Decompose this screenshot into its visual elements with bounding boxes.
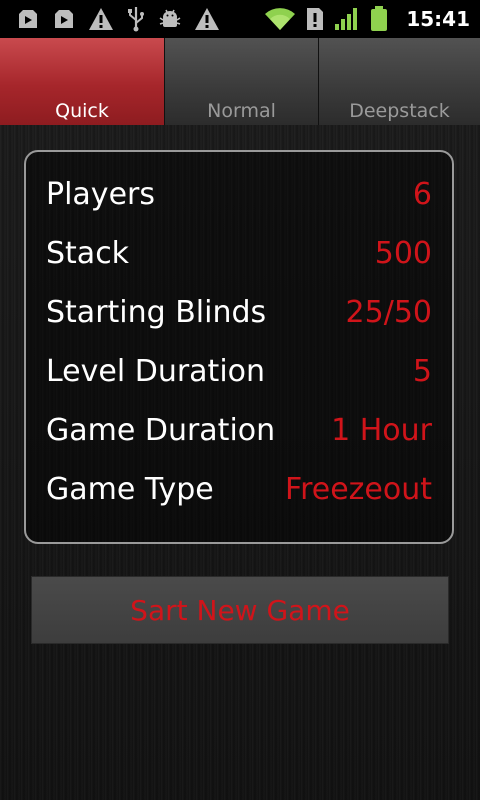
setting-label: Game Type (46, 472, 214, 507)
sim-alert-icon (307, 8, 324, 30)
warning-icon (89, 8, 113, 30)
play-store-icon (55, 10, 73, 28)
status-bar: 15:41 (0, 0, 480, 38)
setting-value: 6 (412, 177, 432, 212)
tab-deepstack[interactable]: Deepstack (318, 38, 480, 125)
tab-quick[interactable]: Quick (0, 38, 164, 125)
setting-row-level-duration[interactable]: Level Duration 5 (46, 352, 432, 392)
start-new-game-button[interactable]: Sart New Game (31, 576, 449, 644)
setting-label: Game Duration (46, 413, 276, 448)
game-settings-panel: Players 6 Stack 500 Starting Blinds 25/5… (24, 150, 454, 544)
setting-value: 5 (412, 354, 432, 389)
system-icons: 15:41 (264, 6, 480, 32)
tab-label: Quick (55, 100, 109, 122)
warning-icon (195, 8, 219, 30)
setting-value: 25/50 (345, 295, 432, 330)
battery-icon (371, 6, 388, 31)
setting-row-game-type[interactable]: Game Type Freezeout (46, 470, 432, 510)
setting-row-players[interactable]: Players 6 (46, 175, 432, 215)
notification-icons (0, 6, 220, 32)
clock: 15:41 (406, 7, 470, 31)
tab-label: Normal (207, 100, 276, 122)
play-store-icon (19, 10, 37, 28)
setting-label: Starting Blinds (46, 295, 267, 330)
setting-value: 500 (374, 236, 432, 271)
wifi-icon (265, 8, 296, 30)
tab-normal[interactable]: Normal (164, 38, 318, 125)
setting-row-starting-blinds[interactable]: Starting Blinds 25/50 (46, 293, 432, 333)
start-new-game-label: Sart New Game (130, 593, 350, 627)
usb-icon (128, 7, 144, 32)
tab-label: Deepstack (349, 100, 450, 122)
setting-row-game-duration[interactable]: Game Duration 1 Hour (46, 411, 432, 451)
setting-value: Freezeout (285, 472, 432, 507)
signal-icon (335, 8, 358, 30)
setting-label: Level Duration (46, 354, 266, 389)
setting-value: 1 Hour (331, 413, 432, 448)
setting-label: Stack (46, 236, 130, 271)
setting-label: Players (46, 177, 155, 212)
android-debug-icon (159, 9, 181, 27)
setting-row-stack[interactable]: Stack 500 (46, 234, 432, 274)
preset-tabs: Quick Normal Deepstack (0, 38, 480, 125)
